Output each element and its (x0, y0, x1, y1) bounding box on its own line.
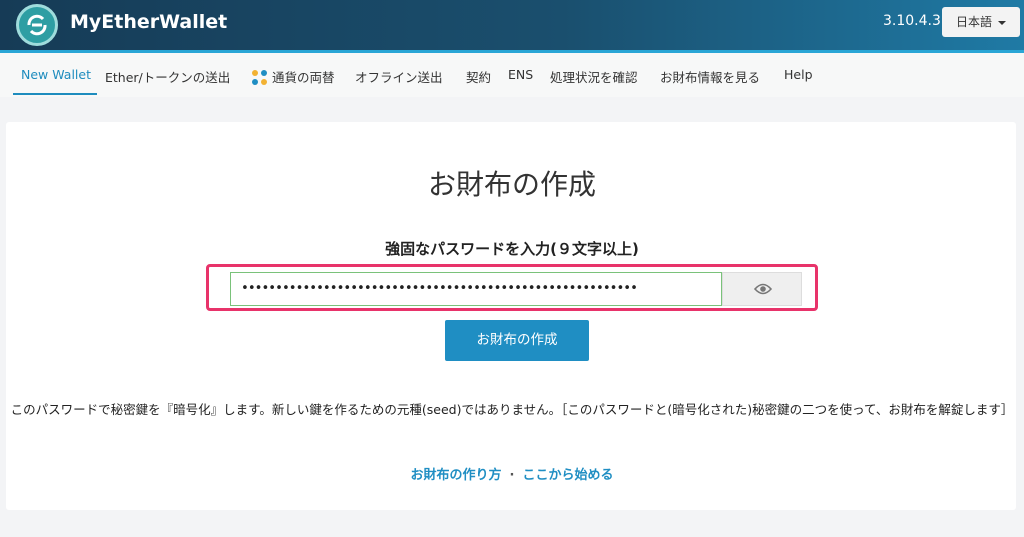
password-input[interactable]: ••••••••••••••••••••••••••••••••••••••••… (230, 272, 722, 306)
version-label: 3.10.4.3 (883, 13, 941, 29)
page-title: お財布の作成 (427, 168, 596, 201)
link-separator: · (509, 468, 515, 483)
chevron-down-icon (998, 20, 1006, 25)
active-tab-indicator (13, 93, 97, 95)
tab-view-wallet-info[interactable]: お財布情報を見る (660, 67, 760, 86)
password-notice: このパスワードで秘密鍵を『暗号化』します。新しい鍵を作るための元種(seed)で… (10, 402, 1014, 417)
tab-send-ether[interactable]: Ether/トークンの送出 (105, 67, 230, 86)
link-how-to-create[interactable]: お財布の作り方 (411, 468, 502, 483)
tab-swap-label: 通貨の両替 (271, 70, 335, 85)
eye-icon (754, 283, 772, 295)
tab-new-wallet[interactable]: New Wallet (21, 67, 91, 82)
brand-name[interactable]: MyEtherWallet (70, 11, 227, 33)
logo-icon[interactable] (16, 4, 58, 46)
link-get-started[interactable]: ここから始める (522, 468, 613, 483)
language-label: 日本語 (955, 15, 992, 29)
tab-ens[interactable]: ENS (508, 67, 533, 82)
show-password-button[interactable] (722, 272, 802, 306)
tab-swap[interactable]: 通貨の両替 (251, 67, 335, 86)
tab-help[interactable]: Help (784, 67, 813, 82)
tab-check-tx-status[interactable]: 処理状況を確認 (550, 67, 638, 86)
swap-icon (252, 70, 267, 85)
password-label: 強固なパスワードを入力(９文字以上) (385, 240, 639, 258)
tab-contracts[interactable]: 契約 (466, 67, 491, 86)
main-nav: New Wallet Ether/トークンの送出 通貨の両替 オフライン送出 契… (0, 53, 1024, 97)
tab-offline-send[interactable]: オフライン送出 (355, 67, 443, 86)
language-select[interactable]: 日本語 (942, 7, 1020, 37)
help-links: お財布の作り方 · ここから始める (0, 464, 1024, 483)
create-wallet-button[interactable]: お財布の作成 (445, 320, 589, 361)
